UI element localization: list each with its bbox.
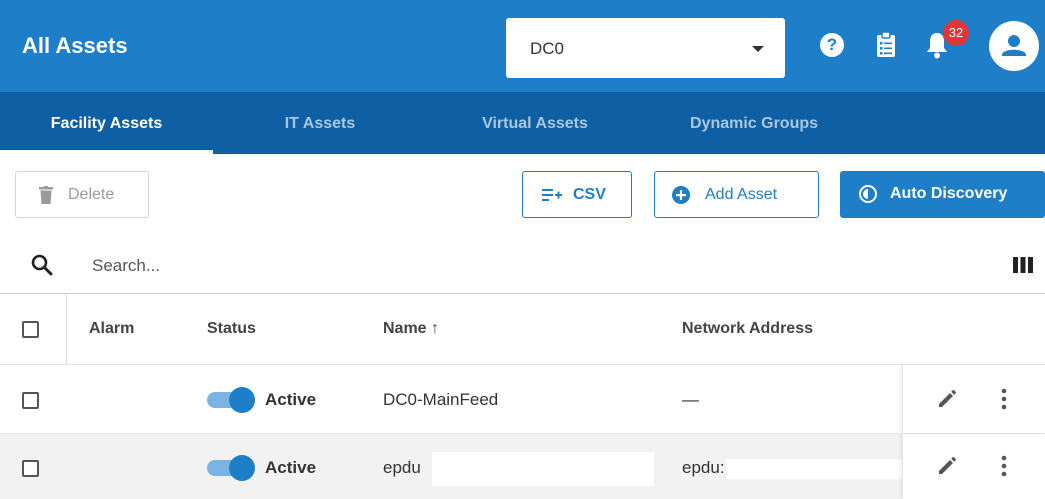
row-actions xyxy=(902,434,1045,499)
column-header-name[interactable]: Name ↑ xyxy=(383,320,439,338)
asset-name[interactable]: epdu xyxy=(383,458,421,478)
notification-badge: 32 xyxy=(943,20,969,46)
tab-virtual-assets[interactable]: Virtual Assets xyxy=(455,92,615,154)
tab-dynamic-groups[interactable]: Dynamic Groups xyxy=(665,92,843,154)
more-vertical-icon[interactable] xyxy=(1001,388,1007,410)
chevron-down-icon xyxy=(752,46,764,52)
delete-button[interactable]: Delete xyxy=(15,171,149,218)
plus-circle-icon xyxy=(672,186,690,204)
search-input[interactable] xyxy=(92,253,792,279)
avatar[interactable] xyxy=(989,21,1039,71)
status-text: Active xyxy=(265,458,317,477)
redacted-area xyxy=(726,459,902,479)
delete-button-label: Delete xyxy=(68,186,115,203)
help-icon[interactable]: ? xyxy=(820,33,844,57)
columns-icon[interactable] xyxy=(1013,257,1033,273)
pencil-icon[interactable] xyxy=(937,389,957,409)
network-address: — xyxy=(682,390,699,409)
add-asset-button-label: Add Asset xyxy=(705,186,778,203)
list-add-icon xyxy=(542,189,562,201)
column-header-alarm[interactable]: Alarm xyxy=(89,320,134,338)
datacenter-select-value: DC0 xyxy=(530,39,565,58)
search-divider xyxy=(0,293,1045,294)
trash-icon xyxy=(39,186,53,204)
app-header: All Assets DC0 ? 32 xyxy=(0,0,1045,92)
active-tab-indicator xyxy=(0,150,213,154)
csv-button[interactable]: CSV xyxy=(522,171,632,218)
asset-name[interactable]: DC0-MainFeed xyxy=(383,390,498,410)
select-all-checkbox[interactable] xyxy=(22,321,39,338)
tab-it-assets[interactable]: IT Assets xyxy=(262,92,378,154)
network-address: epdu: xyxy=(682,458,725,477)
csv-button-label: CSV xyxy=(573,186,606,203)
auto-discovery-button-label: Auto Discovery xyxy=(890,185,1008,202)
more-vertical-icon[interactable] xyxy=(1001,455,1007,477)
row-checkbox[interactable] xyxy=(22,392,39,409)
add-asset-button[interactable]: Add Asset xyxy=(654,171,819,218)
column-header-network-address[interactable]: Network Address xyxy=(682,320,813,338)
pencil-icon[interactable] xyxy=(937,456,957,476)
status-text: Active xyxy=(265,390,317,409)
column-header-status[interactable]: Status xyxy=(207,320,256,338)
toggle-knob xyxy=(229,455,255,481)
tab-bar: Facility Assets IT Assets Virtual Assets… xyxy=(0,92,1045,154)
row-checkbox[interactable] xyxy=(22,460,39,477)
redacted-area xyxy=(432,452,654,486)
auto-discovery-button[interactable]: Auto Discovery xyxy=(840,171,1045,218)
table-row[interactable]: Active epdu epdu: xyxy=(0,434,1045,499)
status-toggle[interactable] xyxy=(207,387,255,413)
status-toggle[interactable] xyxy=(207,455,255,481)
page-title: All Assets xyxy=(22,33,128,58)
discovery-icon xyxy=(859,185,877,203)
search-icon[interactable] xyxy=(31,254,53,276)
table-row[interactable]: Active DC0-MainFeed — xyxy=(0,365,1045,433)
datacenter-select[interactable]: DC0 xyxy=(506,18,785,78)
toggle-knob xyxy=(229,387,255,413)
clipboard-icon[interactable] xyxy=(876,32,896,58)
tab-facility-assets[interactable]: Facility Assets xyxy=(0,92,213,154)
row-actions xyxy=(902,365,1045,433)
user-icon xyxy=(1002,35,1026,56)
